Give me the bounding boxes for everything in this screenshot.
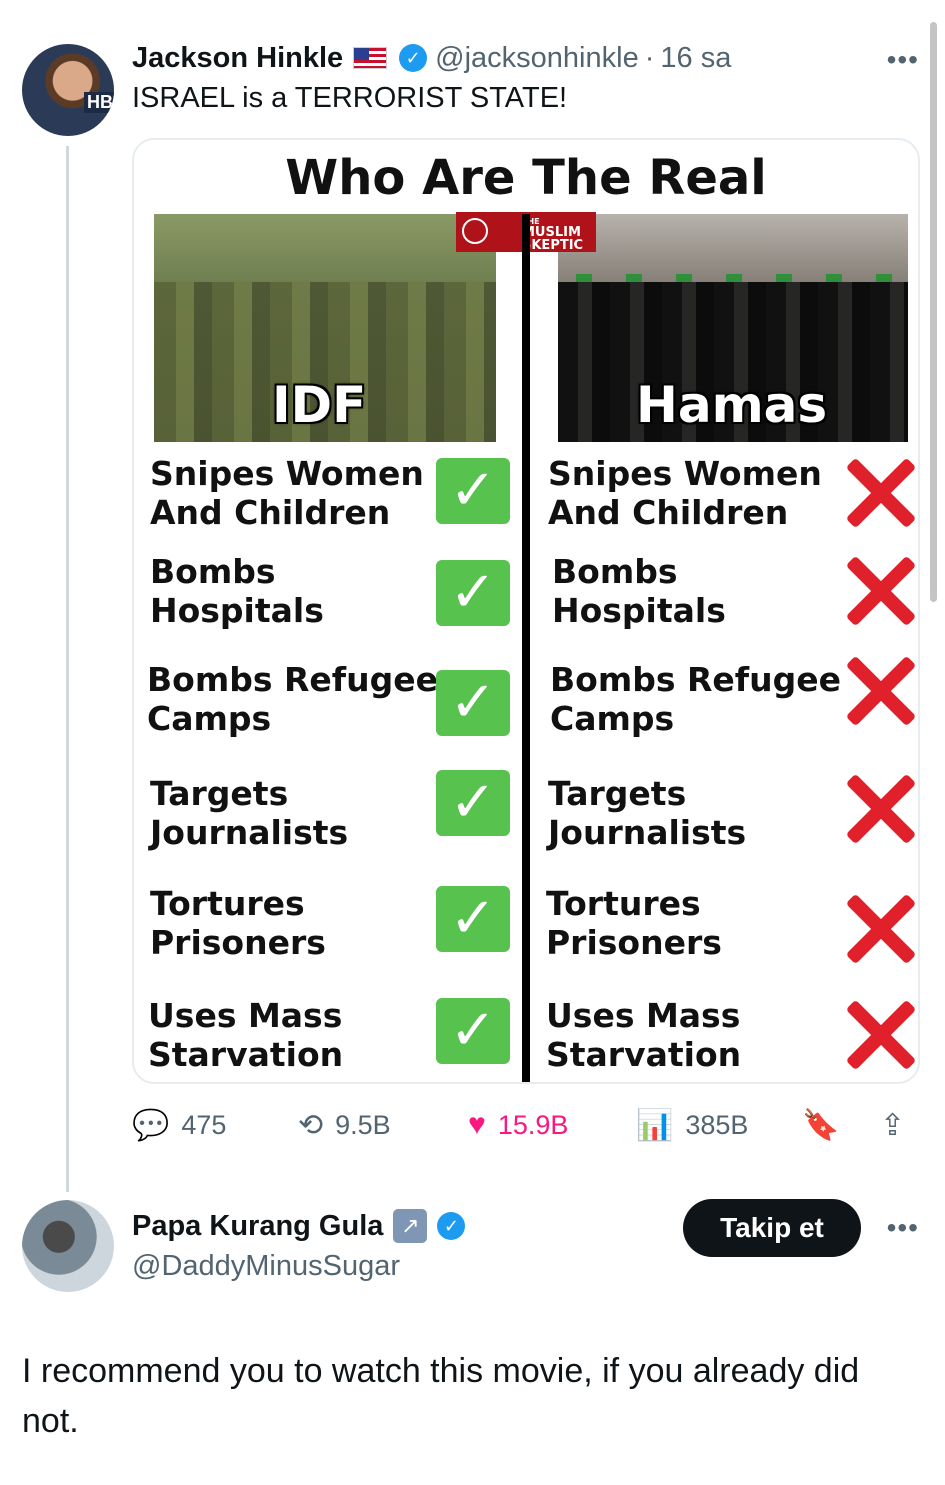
row-line1: Bombs <box>150 552 276 591</box>
idf-row-label: Bombs Refugee Camps <box>147 660 438 738</box>
views-count: 385B <box>685 1109 749 1140</box>
verified-badge-icon: ✓ <box>437 1212 466 1240</box>
row-line2: Journalists <box>150 813 349 852</box>
center-divider <box>522 214 530 1082</box>
row-line2: Journalists <box>548 813 747 852</box>
check-icon: ✓ <box>436 560 510 626</box>
repost-button[interactable]: ⟲ 9.5B <box>298 1100 391 1150</box>
repost-count: 9.5B <box>335 1109 391 1140</box>
row-line1: Snipes Women <box>548 454 822 493</box>
author-avatar[interactable]: HB <box>22 44 114 136</box>
row-line2: Prisoners <box>546 923 722 962</box>
row-line1: Bombs Refugee <box>550 660 841 699</box>
row-line2: And Children <box>150 493 391 532</box>
check-icon: ✓ <box>436 886 510 952</box>
reply-header: Papa Kurang Gula ↗ ✓ <box>132 1208 473 1244</box>
check-icon: ✓ <box>436 458 510 524</box>
idf-photo: IDF <box>154 214 496 442</box>
author-name[interactable]: Jackson Hinkle <box>132 42 343 75</box>
bookmark-icon: 🔖 <box>802 1108 840 1142</box>
cross-icon <box>844 654 918 728</box>
row-line1: Snipes Women <box>150 454 424 493</box>
row-line1: Tortures <box>150 884 305 923</box>
row-line2: Starvation <box>148 1035 344 1074</box>
row-line2: Camps <box>147 699 272 738</box>
tweet-timestamp[interactable]: 16 sa <box>660 42 731 75</box>
heart-icon: ♥ <box>468 1108 486 1141</box>
row-line2: Hospitals <box>150 591 324 630</box>
tweet-actions: 💬 475 ⟲ 9.5B ♥ 15.9B 📊 385B 🔖 ⇪ <box>132 1100 922 1150</box>
hamas-row-label: Uses Mass Starvation <box>546 996 741 1074</box>
idf-row-label: Snipes Women And Children <box>150 454 424 532</box>
row-line1: Tortures <box>546 884 701 923</box>
cross-icon <box>844 892 918 966</box>
idf-row-label: Tortures Prisoners <box>150 884 326 962</box>
reply-button[interactable]: 💬 475 <box>132 1100 226 1150</box>
hamas-photo: Hamas <box>558 214 908 442</box>
repost-icon: ⟲ <box>298 1108 324 1142</box>
reply-author-name[interactable]: Papa Kurang Gula <box>132 1210 383 1243</box>
hamas-row-label: Tortures Prisoners <box>546 884 722 962</box>
like-count: 15.9B <box>497 1109 569 1140</box>
reply-count: 475 <box>181 1109 227 1140</box>
like-button[interactable]: ♥ 15.9B <box>468 1100 568 1150</box>
check-icon: ✓ <box>436 998 510 1064</box>
more-options-icon[interactable]: ••• <box>887 44 919 76</box>
share-icon: ⇪ <box>880 1108 906 1142</box>
check-icon: ✓ <box>436 770 510 836</box>
scrollbar[interactable] <box>930 22 937 602</box>
views-chart-icon: 📊 <box>636 1108 674 1142</box>
row-line1: Targets <box>548 774 687 813</box>
views-button[interactable]: 📊 385B <box>636 1100 748 1150</box>
arrow-up-right-icon: ↗ <box>393 1209 428 1243</box>
reply-icon: 💬 <box>132 1108 170 1142</box>
idf-row-label: Uses Mass Starvation <box>148 996 343 1074</box>
avatar-badge: HB <box>84 92 114 113</box>
bookmark-button[interactable]: 🔖 <box>802 1100 851 1150</box>
reply-text: I recommend you to watch this movie, if … <box>22 1352 860 1440</box>
main-tweet: HB Jackson Hinkle ✓ @jacksonhinkle · 16 … <box>0 0 945 1192</box>
row-line1: Uses Mass <box>148 996 343 1035</box>
row-line1: Bombs <box>552 552 678 591</box>
check-icon: ✓ <box>436 670 510 736</box>
verified-badge-icon: ✓ <box>399 44 428 72</box>
reply-tweet: Papa Kurang Gula ↗ ✓ @DaddyMinusSugar Ta… <box>0 1190 945 1485</box>
share-button[interactable]: ⇪ <box>880 1100 917 1150</box>
thread-line <box>66 146 69 1192</box>
us-flag-icon <box>353 47 388 69</box>
author-handle[interactable]: @jacksonhinkle <box>435 42 639 75</box>
cross-icon <box>844 554 918 628</box>
follow-button[interactable]: Takip et <box>683 1199 861 1257</box>
more-options-icon[interactable]: ••• <box>887 1212 919 1244</box>
logo-mark-icon <box>462 218 488 244</box>
hamas-row-label: Snipes Women And Children <box>548 454 822 532</box>
separator-dot: · <box>644 41 655 74</box>
idf-label: IDF <box>272 376 367 434</box>
hamas-row-label: Bombs Hospitals <box>552 552 726 630</box>
row-line1: Bombs Refugee <box>147 660 438 699</box>
row-line2: Hospitals <box>552 591 726 630</box>
tweet-image[interactable]: Who Are The Real Terrorists? IDF Hamas T… <box>132 138 920 1084</box>
cross-icon <box>844 772 918 846</box>
hamas-row-label: Bombs Refugee Camps <box>550 660 841 738</box>
logo-line2: SKEPTIC <box>522 238 584 253</box>
row-line2: Prisoners <box>150 923 326 962</box>
hamas-label: Hamas <box>636 376 828 434</box>
reply-author-handle[interactable]: @DaddyMinusSugar <box>132 1250 400 1283</box>
idf-row-label: Targets Journalists <box>150 774 348 852</box>
row-line2: And Children <box>548 493 789 532</box>
tweet-text: ISRAEL is a TERRORIST STATE! <box>132 82 568 114</box>
row-line2: Camps <box>550 699 675 738</box>
tweet-header: Jackson Hinkle ✓ @jacksonhinkle · 16 sa <box>132 40 731 76</box>
hamas-row-label: Targets Journalists <box>548 774 746 852</box>
cross-icon <box>844 456 918 530</box>
cross-icon <box>844 998 918 1072</box>
idf-row-label: Bombs Hospitals <box>150 552 324 630</box>
reply-author-avatar[interactable] <box>22 1200 114 1292</box>
row-line1: Uses Mass <box>546 996 741 1035</box>
row-line2: Starvation <box>546 1035 742 1074</box>
row-line1: Targets <box>150 774 289 813</box>
